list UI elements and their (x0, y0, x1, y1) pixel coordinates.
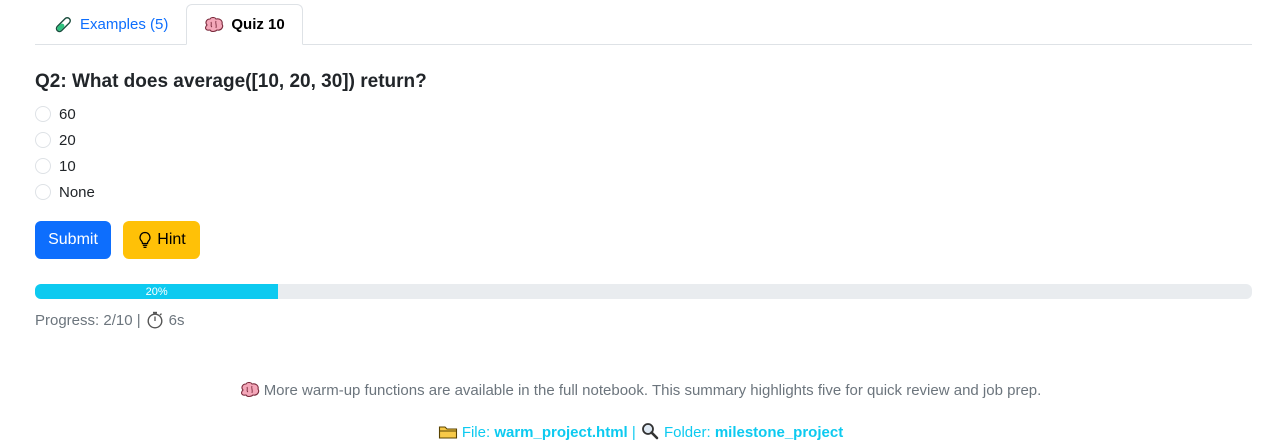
file-info: File: warm_project.html | Folder: milest… (0, 422, 1281, 441)
folder-name: milestone_project (714, 424, 844, 441)
brain-icon (204, 16, 224, 34)
hint-label: Hint (157, 231, 186, 248)
footer-note-text: More warm-up functions are available in … (263, 382, 1042, 399)
tab-bar: Examples (5) Quiz 10 (35, 4, 1252, 45)
brain-icon (240, 381, 260, 399)
answer-option[interactable]: None (35, 179, 95, 205)
question-heading: Q2: What does average([10, 20, 30]) retu… (35, 71, 427, 93)
progress-count: Progress: 2/10 | (35, 311, 141, 329)
question-number: Q2: (35, 71, 67, 92)
test-tube-icon (53, 16, 73, 34)
answer-radio[interactable] (35, 158, 51, 174)
progress-bar-label: 20% (145, 285, 168, 298)
answer-options: 60 20 10 None (35, 101, 95, 205)
answer-radio[interactable] (35, 184, 51, 200)
progress-bar: 20% (35, 284, 1252, 299)
folder-icon (438, 424, 458, 441)
separator: | (631, 424, 636, 441)
answer-option-label: 10 (59, 157, 76, 175)
question-text: What does average([10, 20, 30]) return? (71, 71, 427, 92)
answer-option-label: 20 (59, 131, 76, 149)
answer-radio[interactable] (35, 106, 51, 122)
tab-quiz[interactable]: Quiz 10 (186, 4, 303, 45)
stopwatch-icon (146, 311, 164, 329)
file-name: warm_project.html (494, 424, 628, 441)
lightbulb-icon (137, 231, 153, 249)
hint-button[interactable]: Hint (123, 221, 200, 259)
answer-option-label: None (59, 183, 95, 201)
magnifier-icon (640, 422, 660, 440)
progress-status: Progress: 2/10 | 6s (35, 311, 184, 329)
tab-quiz-label: Quiz 10 (231, 16, 285, 33)
file-label: File: (461, 424, 491, 441)
footer-note: More warm-up functions are available in … (0, 381, 1281, 399)
submit-button[interactable]: Submit (35, 221, 111, 259)
answer-radio[interactable] (35, 132, 51, 148)
tab-examples[interactable]: Examples (5) (35, 4, 186, 45)
answer-option[interactable]: 20 (35, 127, 95, 153)
tab-examples-label: Examples (5) (80, 16, 169, 33)
answer-option[interactable]: 10 (35, 153, 95, 179)
progress-fill: 20% (35, 284, 279, 299)
answer-option-label: 60 (59, 105, 76, 123)
timer-value: 6s (168, 311, 185, 329)
answer-option[interactable]: 60 (35, 101, 95, 127)
folder-label: Folder: (663, 424, 711, 441)
